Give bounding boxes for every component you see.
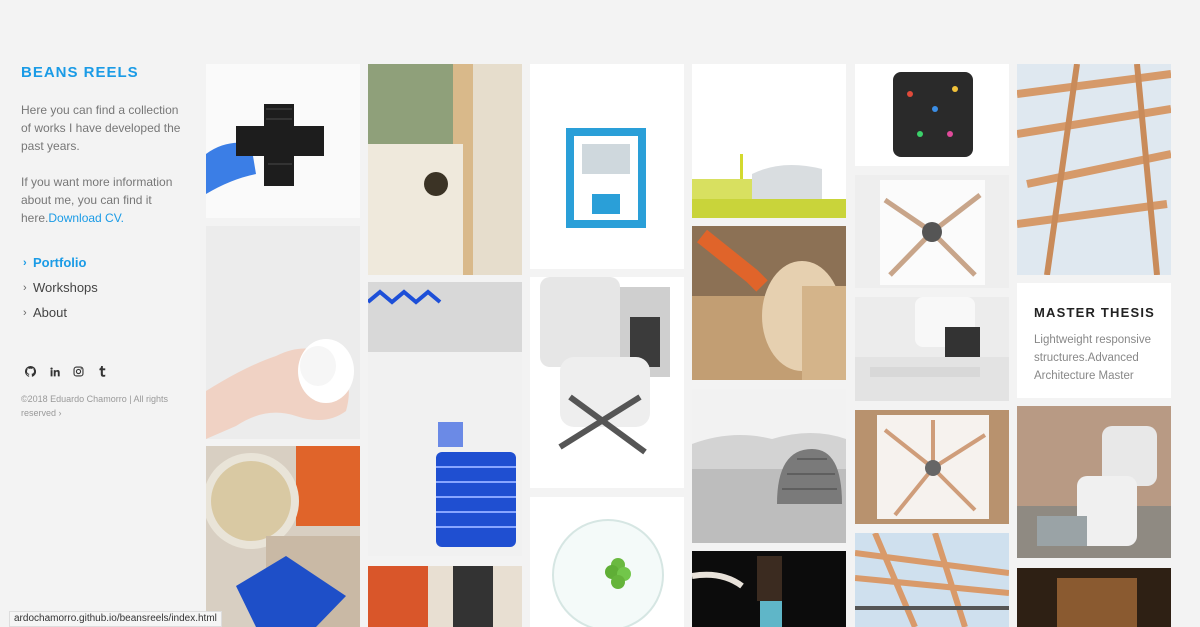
- project-thumb-blue-lattice[interactable]: [368, 282, 522, 556]
- project-thumb-3d-printer[interactable]: [530, 64, 684, 269]
- project-thumb-wood-box[interactable]: [368, 64, 522, 275]
- tumblr-icon[interactable]: [96, 365, 109, 378]
- foam-cross-image: [206, 64, 360, 218]
- 3d-printer-image: [530, 64, 684, 269]
- orange-arm-image: [368, 566, 522, 627]
- robot-wall-image: [1017, 406, 1171, 558]
- featured-title: MASTER THESIS: [1034, 305, 1156, 320]
- project-thumb-robot-wall[interactable]: [1017, 406, 1171, 558]
- featured-card-master-thesis[interactable]: MASTER THESIS Lightweight responsive str…: [1017, 283, 1171, 398]
- linkedin-icon[interactable]: [48, 365, 61, 378]
- github-icon[interactable]: [24, 365, 37, 378]
- blue-lattice-image: [368, 282, 522, 556]
- robot-print-image: [855, 297, 1009, 401]
- nav-item-portfolio[interactable]: › Portfolio: [21, 250, 98, 275]
- nav-item-label: About: [33, 305, 67, 320]
- project-thumb-robot-crossed[interactable]: [530, 277, 684, 488]
- pavilion-image: [692, 64, 846, 218]
- nav-item-workshops[interactable]: › Workshops: [21, 275, 98, 300]
- featured-description: Lightweight responsive structures.Advanc…: [1034, 334, 1151, 382]
- chevron-right-icon: ›: [23, 281, 27, 294]
- robot-crossed-image: [530, 277, 684, 488]
- chevron-right-icon[interactable]: ›: [59, 408, 62, 418]
- timber-roof-image: [855, 533, 1009, 627]
- soft-hand-image: [206, 226, 360, 439]
- fracture-image: [855, 175, 1009, 288]
- project-thumb-timber-roof[interactable]: [855, 533, 1009, 627]
- intro-paragraph-cv: If you want more information about me, y…: [21, 173, 181, 227]
- nav-item-label: Portfolio: [33, 255, 87, 270]
- project-thumb-terrazzo[interactable]: [855, 64, 1009, 166]
- project-thumb-robot-mixing[interactable]: [206, 446, 360, 627]
- project-thumb-foam-cross[interactable]: [206, 64, 360, 218]
- fracture-image: [855, 410, 1009, 524]
- project-thumb-timber-structure[interactable]: [1017, 64, 1171, 275]
- intro-paragraph: Here you can find a collection of works …: [21, 103, 181, 153]
- nav-item-about[interactable]: › About: [21, 300, 98, 325]
- project-thumb-orange-arm[interactable]: [368, 566, 522, 627]
- project-thumb-dome[interactable]: [692, 389, 846, 543]
- wood-interior-image: [1017, 568, 1171, 627]
- copyright: ©2018 Eduardo Chamorro | All rights rese…: [21, 392, 181, 420]
- project-thumb-performance[interactable]: [692, 551, 846, 627]
- copyright-text: ©2018 Eduardo Chamorro | All rights rese…: [21, 394, 169, 418]
- petri-dish-image: [530, 497, 684, 627]
- project-thumb-fracture-2[interactable]: [855, 410, 1009, 524]
- download-cv-link[interactable]: Download CV.: [48, 211, 124, 225]
- project-thumb-robot-print[interactable]: [855, 297, 1009, 401]
- robot-mixing-image: [206, 446, 360, 627]
- robot-disc-image: [692, 226, 846, 380]
- project-thumb-fracture-1[interactable]: [855, 175, 1009, 288]
- project-thumb-soft-hand[interactable]: [206, 226, 360, 439]
- project-thumb-robot-disc[interactable]: [692, 226, 846, 380]
- project-thumb-petri-dish[interactable]: [530, 497, 684, 627]
- intro-text: Here you can find a collection of works …: [21, 101, 181, 245]
- chevron-right-icon: ›: [23, 306, 27, 319]
- instagram-icon[interactable]: [72, 365, 85, 378]
- status-bar-url: ardochamorro.github.io/beansreels/index.…: [9, 611, 222, 627]
- wood-box-image: [368, 64, 522, 275]
- project-thumb-pavilion[interactable]: [692, 64, 846, 218]
- performance-image: [692, 551, 846, 627]
- main-nav: › Portfolio › Workshops › About: [21, 250, 98, 325]
- terrazzo-image: [855, 64, 1009, 166]
- nav-item-label: Workshops: [33, 280, 98, 295]
- social-links: [24, 365, 109, 378]
- chevron-right-icon: ›: [23, 256, 27, 269]
- timber-structure-image: [1017, 64, 1171, 275]
- dome-image: [692, 389, 846, 543]
- project-thumb-wood-interior[interactable]: [1017, 568, 1171, 627]
- site-title[interactable]: BEANS REELS: [21, 64, 139, 81]
